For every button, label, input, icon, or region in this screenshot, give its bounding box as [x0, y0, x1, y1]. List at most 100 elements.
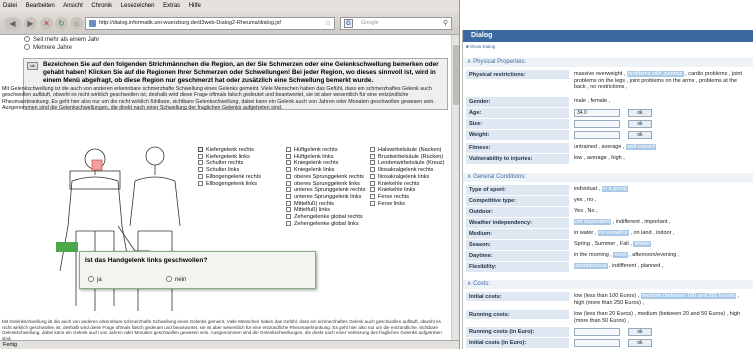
checkbox-icon[interactable] — [370, 187, 375, 193]
initial-costs-input[interactable] — [574, 339, 620, 347]
value-weather[interactable]: not dependent , indifferent , important … — [572, 218, 752, 227]
checkbox-icon[interactable] — [286, 187, 291, 193]
checkbox-schulter-rechts[interactable]: Schulter rechts — [198, 160, 261, 167]
checkbox-ellbogen-links[interactable]: Ellbogengelenk links — [198, 180, 261, 188]
checkbox-hueftgelenk-rechts[interactable]: Hüftgelenk rechts — [286, 147, 366, 154]
checkbox-icon[interactable] — [286, 214, 291, 220]
checkbox-kniekehle-rechts[interactable]: Kniekehle rechts — [370, 180, 445, 188]
value-medium[interactable]: in water , on snow/ice , on land , indoo… — [572, 229, 752, 238]
checkbox-icon[interactable] — [286, 160, 291, 166]
search-bar[interactable]: G Google ⚲ — [340, 17, 452, 30]
checkbox-icon[interactable] — [198, 153, 203, 159]
home-icon[interactable]: ⌂ — [70, 17, 83, 30]
checkbox-kiefergelenk-rechts[interactable]: Kiefergelenk rechts — [198, 147, 261, 154]
value-initial-costs[interactable]: low (less than 100 Euros) , medium (betw… — [572, 292, 752, 307]
checkbox-icon[interactable] — [286, 220, 291, 226]
checkbox-usg-links[interactable]: unteres Sprunggelenk links — [286, 193, 366, 201]
checkbox-icon[interactable] — [370, 160, 375, 166]
checkbox-bws[interactable]: Brustwirbelsäule (Rücken) — [370, 153, 445, 161]
checkbox-icon[interactable] — [286, 200, 291, 206]
value-running-costs[interactable]: low (less than 20 Euros) , medium (betwe… — [572, 310, 752, 325]
menu-lesezeichen[interactable]: Lesezeichen — [121, 3, 155, 9]
checkbox-icon[interactable] — [198, 180, 203, 186]
age-ok-button[interactable]: ok — [628, 109, 652, 117]
weight-ok-button[interactable]: ok — [628, 131, 652, 139]
checkbox-icon[interactable] — [286, 173, 291, 179]
radio-icon[interactable] — [24, 36, 30, 42]
menu-ansicht[interactable]: Ansicht — [63, 3, 83, 9]
checkbox-icon[interactable] — [286, 153, 291, 159]
menu-chronik[interactable]: Chronik — [91, 3, 112, 9]
reload-icon[interactable]: ↻ — [55, 17, 68, 30]
checkbox-icon[interactable] — [370, 153, 375, 159]
checkbox-kniekehle-links[interactable]: Kniekehle links — [370, 187, 445, 194]
section-costs[interactable]: ∧ Costs: — [463, 280, 753, 289]
value-competitive[interactable]: yes , no , — [572, 196, 752, 205]
checkbox-zehen-links[interactable]: Zehengelenke global links — [286, 220, 366, 228]
region-jaw-highlight[interactable] — [91, 159, 103, 171]
checkbox-kniegelenk-rechts[interactable]: Kniegelenk rechts — [286, 160, 366, 167]
value-season[interactable]: Spring , Summer , Fall , Winter — [572, 240, 752, 249]
question-ok-button[interactable]: ok — [27, 62, 38, 70]
checkbox-icon[interactable] — [370, 147, 375, 152]
checkbox-osg-rechts[interactable]: oberes Sprunggelenk rechts — [286, 173, 366, 181]
vertical-scrollbar[interactable] — [451, 35, 459, 340]
checkbox-kniegelenk-links[interactable]: Kniegelenk links — [286, 167, 366, 174]
age-input[interactable]: 34.0 — [574, 109, 620, 117]
back-icon[interactable]: ◀ — [4, 17, 21, 30]
checkbox-usg-rechts[interactable]: unteres Sprunggelenk rechts — [286, 187, 366, 194]
checkbox-icon[interactable] — [198, 160, 203, 166]
value-gender[interactable]: male , female , — [572, 97, 752, 106]
menu-hilfe[interactable]: Hilfe — [189, 3, 201, 9]
value-vulnerability[interactable]: low , average , high , — [572, 154, 752, 163]
checkbox-isg-rechts[interactable]: Iliosakralgelenk rechts — [370, 167, 445, 174]
body-figure[interactable] — [10, 131, 190, 321]
value-fitness[interactable]: untrained , average , well trained — [572, 143, 752, 152]
checkbox-icon[interactable] — [286, 167, 291, 173]
checkbox-icon[interactable] — [370, 193, 375, 199]
checkbox-hws[interactable]: Halswirbelsäule (Nacken) — [370, 147, 445, 154]
scroll-thumb[interactable] — [453, 45, 459, 105]
menu-bearbeiten[interactable]: Bearbeiten — [26, 3, 55, 9]
show-dialog-link[interactable]: ■ Show Dialog — [466, 44, 495, 49]
menu-extras[interactable]: Extras — [163, 3, 180, 9]
value-daytime[interactable]: in the morning , noon , afternoon/evenin… — [572, 251, 752, 260]
search-icon[interactable]: ⚲ — [443, 18, 448, 29]
size-ok-button[interactable]: ok — [628, 120, 652, 128]
value-outdoor[interactable]: Yes , No , — [572, 207, 752, 216]
checkbox-osg-links[interactable]: oberes Sprunggelenk links — [286, 180, 366, 188]
checkbox-kiefergelenk-links[interactable]: Kiefergelenk links — [198, 153, 261, 161]
checkbox-icon[interactable] — [370, 200, 375, 206]
checkbox-icon[interactable] — [198, 147, 203, 152]
forward-icon[interactable]: ▶ — [24, 17, 37, 30]
checkbox-icon[interactable] — [198, 173, 203, 179]
initial-costs-ok-button[interactable]: ok — [628, 339, 652, 347]
popup-option-nein[interactable]: nein — [166, 276, 186, 283]
stop-icon[interactable]: ✕ — [40, 17, 53, 30]
checkbox-icon[interactable] — [370, 173, 375, 179]
checkbox-zehen-rechts[interactable]: Zehengelenke global rechts — [286, 214, 366, 221]
menu-datei[interactable]: Datei — [3, 3, 17, 9]
checkbox-icon[interactable] — [286, 193, 291, 199]
url-bar[interactable]: http://dialog.informatik.uni-wuerzburg.d… — [85, 17, 335, 30]
value-physical-restrictions[interactable]: massive overweight , problems with stami… — [572, 70, 752, 92]
running-costs-ok-button[interactable]: ok — [628, 328, 652, 336]
option-mehrere-jahre[interactable]: Mehrere Jahre — [24, 44, 72, 51]
checkbox-ferse-rechts[interactable]: Ferse rechts — [370, 193, 445, 201]
checkbox-hueftgelenk-links[interactable]: Hüftgelenk links — [286, 153, 366, 161]
checkbox-icon[interactable] — [286, 180, 291, 186]
checkbox-isg-links[interactable]: Iliosakralgelenk links — [370, 173, 445, 181]
popup-option-ja[interactable]: ja — [88, 276, 102, 283]
radio-icon[interactable] — [24, 44, 30, 50]
bookmark-star-icon[interactable]: ☆ — [325, 18, 331, 29]
checkbox-schulter-links[interactable]: Schulter links — [198, 167, 261, 174]
weight-input[interactable] — [574, 131, 620, 139]
section-general-conditions[interactable]: ∧ General Conditions: — [463, 173, 753, 182]
checkbox-icon[interactable] — [286, 147, 291, 152]
checkbox-icon[interactable] — [370, 180, 375, 186]
option-seit-mehr-als-einem-jahr[interactable]: Seit mehr als einem Jahr — [24, 36, 99, 43]
checkbox-mittelfuss-rechts[interactable]: Mittelfuß) rechts — [286, 200, 366, 208]
radio-icon[interactable] — [166, 276, 172, 282]
checkbox-mittelfuss-links[interactable]: Mittelfuß) links — [286, 207, 366, 214]
section-physical-properties[interactable]: ∧ Physical Properties: — [463, 58, 753, 67]
